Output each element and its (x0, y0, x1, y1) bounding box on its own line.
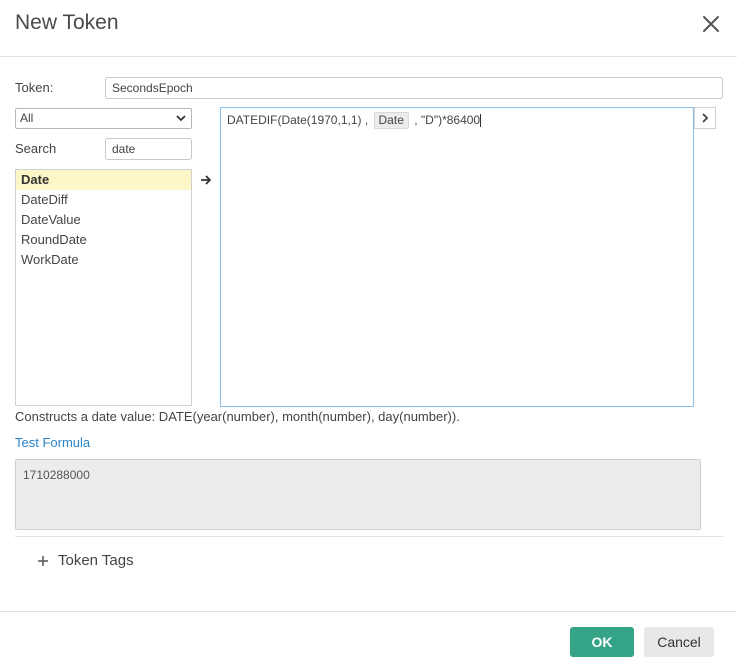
formula-editor[interactable]: DATEDIF(Date(1970,1,1) , Date , "D")*864… (220, 107, 694, 407)
cancel-button[interactable]: Cancel (644, 627, 714, 657)
list-item-datevalue[interactable]: DateValue (16, 210, 191, 230)
function-description: Constructs a date value: DATE(year(numbe… (15, 409, 460, 424)
token-tags-label: Token Tags (58, 552, 134, 569)
search-input[interactable]: date (105, 138, 192, 160)
header-divider (0, 56, 737, 57)
token-tags-toggle[interactable]: Token Tags (37, 552, 134, 569)
formula-token-chip[interactable]: Date (373, 112, 409, 129)
expand-editor-button[interactable] (694, 107, 716, 129)
chevron-right-icon (702, 113, 709, 123)
token-name-input[interactable]: SecondsEpoch (105, 77, 723, 99)
token-label: Token: (15, 80, 54, 95)
arrow-right-icon (201, 175, 211, 185)
plus-icon (38, 555, 48, 566)
section-divider (15, 536, 723, 537)
close-icon (703, 16, 719, 32)
list-item-date[interactable]: Date (16, 170, 191, 190)
category-select-value: All (20, 111, 34, 125)
formula-text-start: DATEDIF(Date(1970,1,1) , (227, 113, 369, 127)
close-button[interactable] (700, 11, 722, 37)
chevron-down-icon (176, 115, 186, 122)
list-item-datediff[interactable]: DateDiff (16, 190, 191, 210)
test-result-box: 1710288000 (15, 459, 701, 530)
test-result-value: 1710288000 (23, 468, 90, 482)
formula-text-end: , "D")*86400 (414, 113, 481, 127)
dialog-title: New Token (15, 11, 119, 34)
footer-divider (0, 611, 737, 612)
function-list: Date DateDiff DateValue RoundDate WorkDa… (15, 169, 192, 406)
list-item-rounddate[interactable]: RoundDate (16, 230, 191, 250)
search-label: Search (15, 141, 57, 156)
category-select[interactable]: All (15, 108, 192, 129)
list-item-workdate[interactable]: WorkDate (16, 250, 191, 270)
text-caret (480, 114, 482, 128)
ok-button[interactable]: OK (570, 627, 634, 657)
test-formula-link[interactable]: Test Formula (15, 435, 90, 450)
insert-function-button[interactable] (199, 173, 213, 187)
